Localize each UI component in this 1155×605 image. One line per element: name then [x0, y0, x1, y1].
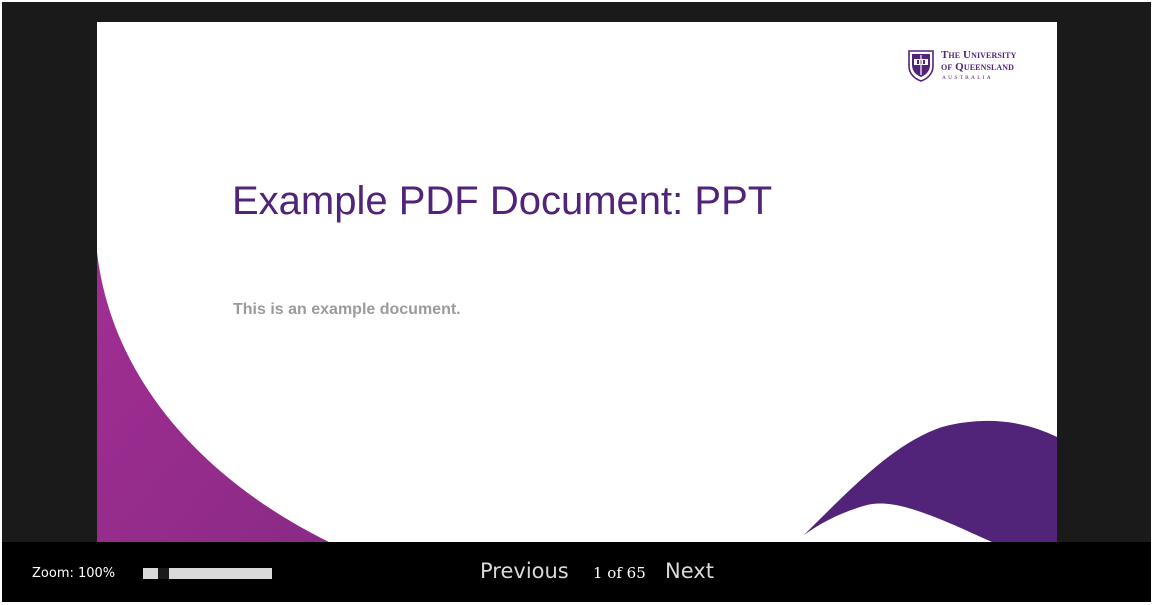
logo-line-3: AUSTRALIA — [942, 75, 993, 81]
page-indicator: 1 of 65 — [593, 564, 646, 582]
slide-subtitle: This is an example document. — [233, 301, 461, 318]
logo-line-1: The University — [941, 49, 1017, 61]
zoom-label: Zoom: 100% — [32, 566, 116, 581]
zoom-slider[interactable] — [143, 568, 272, 579]
university-logo: The University of Queensland AUSTRALIA — [908, 49, 1033, 85]
zoom-slider-thumb[interactable] — [158, 568, 169, 579]
viewer-toolbar: Zoom: 100% Previous 1 of 65 Next — [2, 542, 1151, 602]
left-swoosh — [97, 252, 329, 542]
pdf-viewer: The University of Queensland AUSTRALIA E… — [2, 2, 1151, 602]
right-swoosh — [804, 420, 1057, 542]
slide-page: The University of Queensland AUSTRALIA E… — [97, 22, 1057, 542]
logo-line-2: of Queensland — [941, 61, 1015, 73]
crest-icon — [908, 50, 934, 82]
slide-decoration — [97, 252, 1057, 542]
next-button[interactable]: Next — [665, 558, 714, 584]
previous-button[interactable]: Previous — [480, 558, 569, 584]
slide-title: Example PDF Document: PPT — [232, 179, 773, 223]
